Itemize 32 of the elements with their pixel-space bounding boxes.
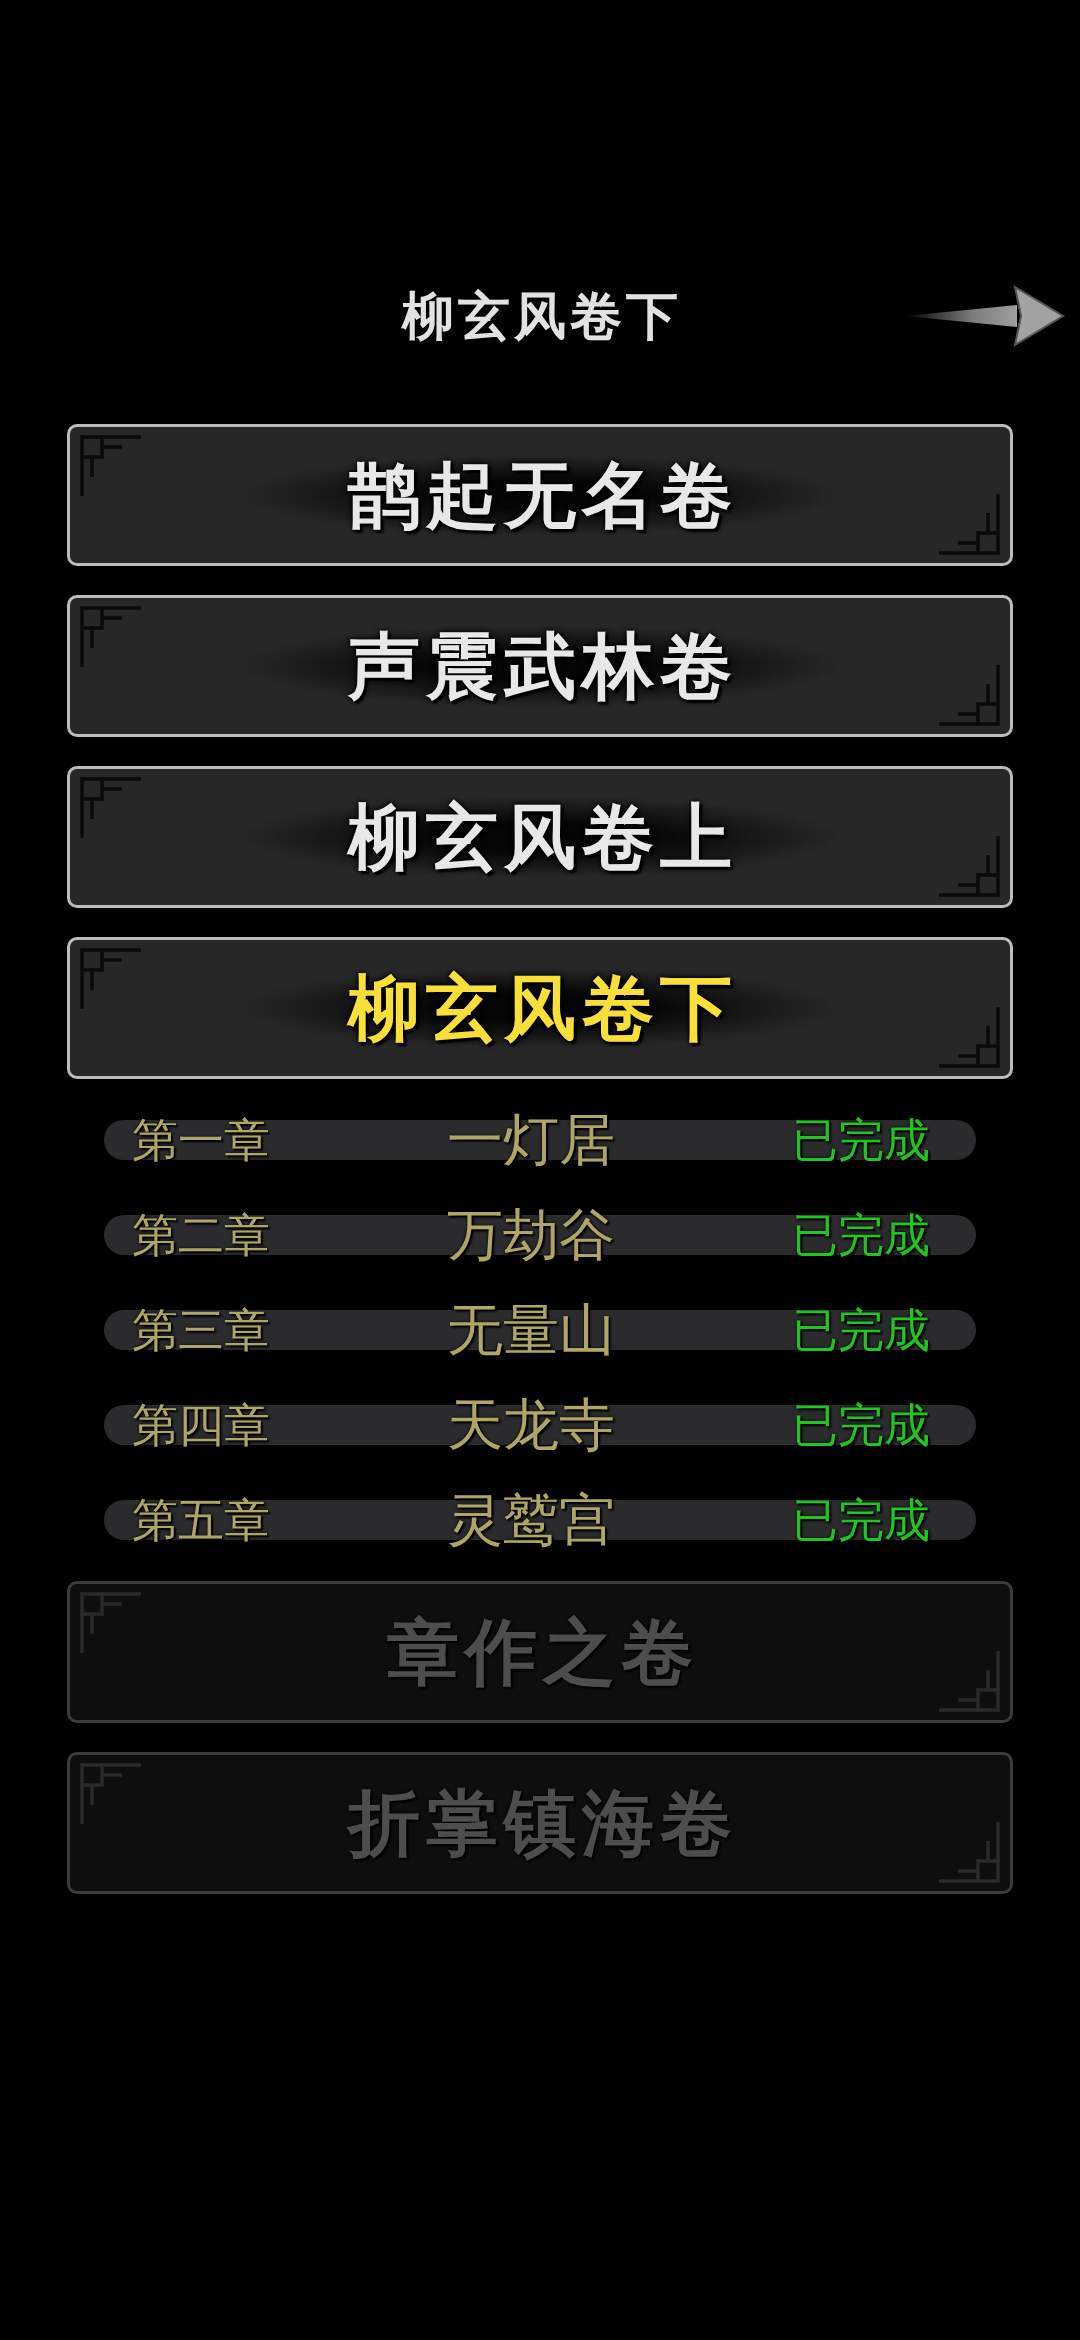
corner-fret-icon <box>80 1592 142 1654</box>
page-title: 柳玄风卷下 <box>400 286 682 346</box>
chapter-number: 第五章 <box>132 1493 270 1548</box>
chapter-status: 已完成 <box>792 1303 930 1358</box>
corner-fret-icon <box>80 777 142 839</box>
chapter-name: 万劫谷 <box>447 1203 615 1267</box>
corner-fret-icon <box>80 606 142 668</box>
chapter-status: 已完成 <box>792 1113 930 1168</box>
corner-fret-icon <box>938 1821 1000 1883</box>
chapter-name: 天龙寺 <box>447 1393 615 1457</box>
chapter-number: 第三章 <box>132 1303 270 1358</box>
chapter-name: 灵鹫宫 <box>447 1488 615 1552</box>
corner-fret-icon <box>938 493 1000 555</box>
volume-button[interactable]: 柳玄风卷下 <box>67 937 1013 1079</box>
chapter-name: 无量山 <box>447 1298 615 1362</box>
chapter-number: 第二章 <box>132 1208 270 1263</box>
corner-fret-icon <box>938 1006 1000 1068</box>
volume-button[interactable]: 声震武林卷 <box>67 595 1013 737</box>
corner-fret-icon <box>80 948 142 1010</box>
chapter-number: 第一章 <box>132 1113 270 1168</box>
corner-fret-icon <box>938 1650 1000 1712</box>
chapter-status: 已完成 <box>792 1398 930 1453</box>
chapter-name: 一灯居 <box>447 1108 615 1172</box>
volume-button[interactable]: 鹊起无名卷 <box>67 424 1013 566</box>
corner-fret-icon <box>80 435 142 497</box>
corner-fret-icon <box>938 835 1000 897</box>
chapter-status: 已完成 <box>792 1493 930 1548</box>
corner-fret-icon <box>938 664 1000 726</box>
corner-fret-icon <box>80 1763 142 1825</box>
chapter-number: 第四章 <box>132 1398 270 1453</box>
volume-button[interactable]: 柳玄风卷上 <box>67 766 1013 908</box>
chapter-status: 已完成 <box>792 1208 930 1263</box>
